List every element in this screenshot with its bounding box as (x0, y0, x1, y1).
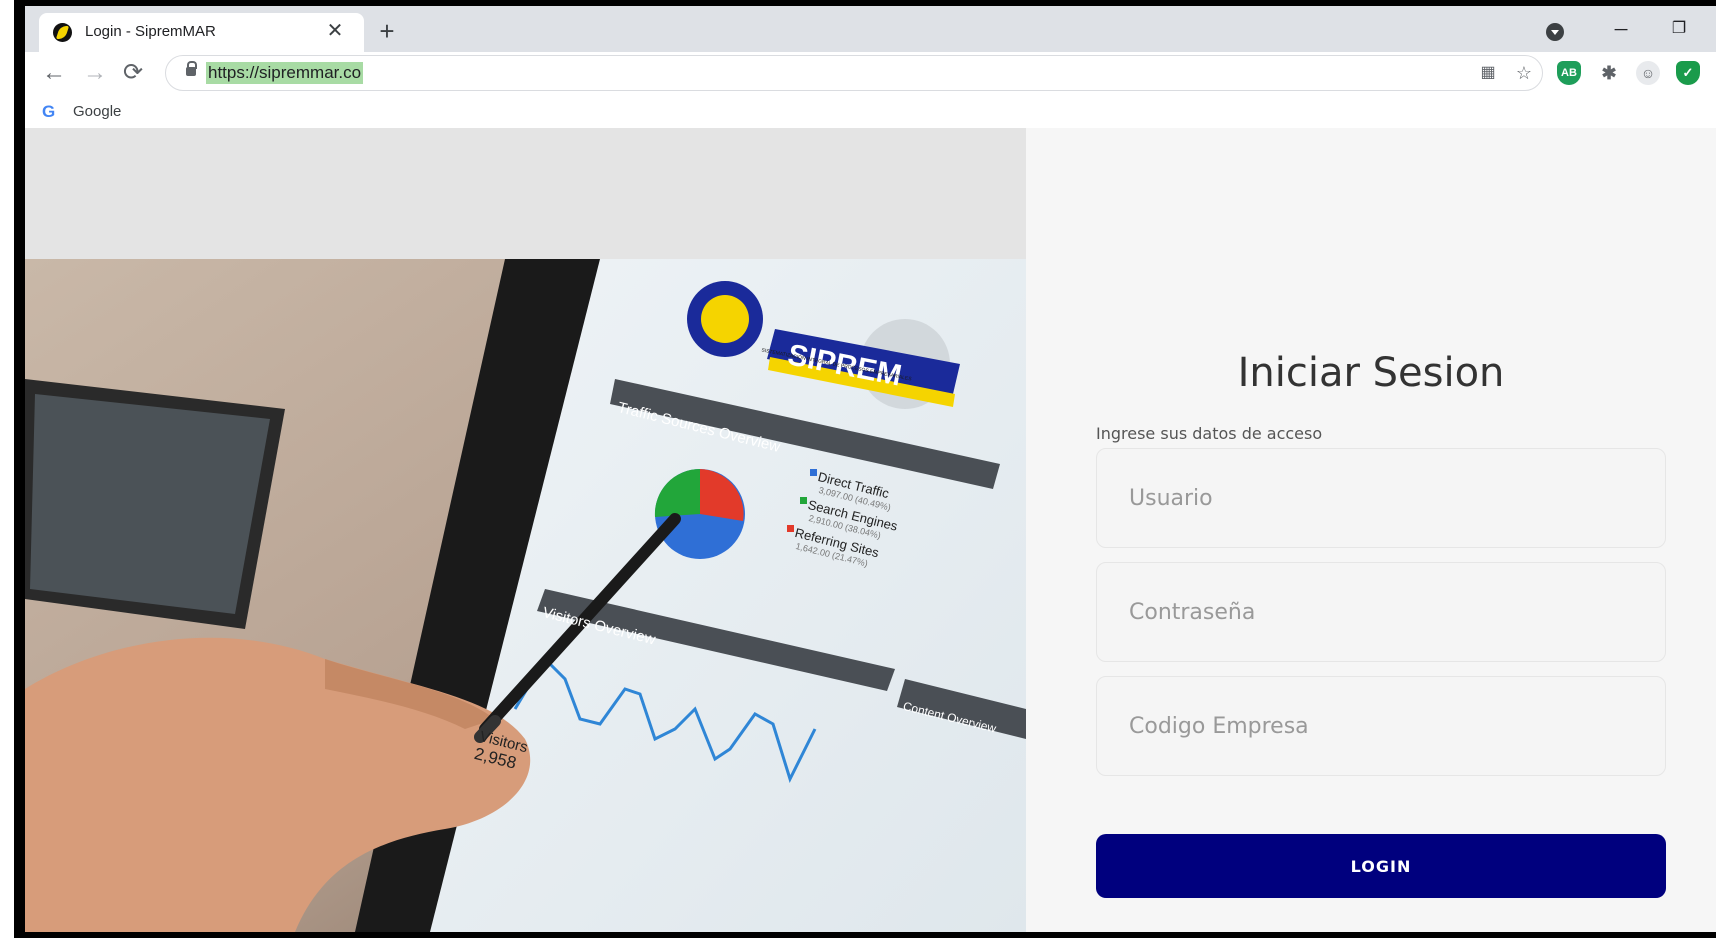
tab-title: Login - SipremMAR (85, 23, 216, 40)
bookmarks-bar: G Google (25, 96, 1716, 129)
username-field (1096, 448, 1666, 548)
url-text[interactable]: https://sipremmar.co (206, 62, 364, 84)
reload-icon[interactable]: ⟳ (118, 58, 148, 88)
security-shield-icon[interactable]: ✓ (1676, 61, 1700, 85)
tab-strip: Login - SipremMAR ✕ + ─ ❐ (25, 6, 1716, 52)
username-input[interactable] (1097, 449, 1665, 547)
back-icon[interactable]: ← (39, 58, 69, 88)
login-subtitle: Ingrese sus datos de acceso (1096, 424, 1323, 443)
tab-search-icon[interactable] (1546, 23, 1564, 41)
page-content: SIPREM SISTEMATIZACIÓN INTEGRAL DE PROCE… (25, 128, 1716, 932)
forward-icon[interactable]: → (80, 58, 110, 88)
bookmark-google[interactable]: Google (73, 103, 121, 120)
login-panel: Iniciar Sesion Ingrese sus datos de acce… (1026, 128, 1716, 932)
extensions-puzzle-icon[interactable]: ✱ (1597, 61, 1621, 85)
address-bar[interactable]: https://sipremmar.co ▦ ☆ (165, 55, 1543, 91)
google-icon: G (42, 102, 56, 121)
minimize-button[interactable]: ─ (1607, 16, 1635, 42)
left-pane: SIPREM SISTEMATIZACIÓN INTEGRAL DE PROCE… (25, 128, 1026, 932)
browser-window: Login - SipremMAR ✕ + ─ ❐ ← → ⟳ https://… (25, 6, 1716, 932)
password-field (1096, 562, 1666, 662)
profile-avatar-icon[interactable]: ☺ (1636, 61, 1660, 85)
login-button[interactable]: LOGIN (1096, 834, 1666, 898)
bookmark-star-icon[interactable]: ☆ (1512, 61, 1536, 85)
new-tab-button[interactable]: + (374, 18, 400, 45)
qr-code-icon[interactable]: ▦ (1476, 61, 1500, 85)
frame-edge (14, 932, 1716, 938)
browser-toolbar: ← → ⟳ https://sipremmar.co ▦ ☆ AB ✱ ☺ ✓ (25, 52, 1716, 96)
tab-active[interactable]: Login - SipremMAR ✕ (39, 13, 364, 52)
company-code-input[interactable] (1097, 677, 1665, 775)
frame-edge (14, 0, 25, 938)
password-input[interactable] (1097, 563, 1665, 661)
company-code-field (1096, 676, 1666, 776)
hero-image: SIPREM SISTEMATIZACIÓN INTEGRAL DE PROCE… (25, 259, 1026, 932)
close-tab-icon[interactable]: ✕ (323, 19, 347, 43)
restore-button[interactable]: ❐ (1665, 16, 1693, 42)
page-title: Iniciar Sesion (1237, 349, 1505, 396)
adblock-extension-icon[interactable]: AB (1557, 61, 1581, 85)
lock-icon (186, 61, 197, 76)
siprem-favicon-icon (53, 23, 72, 42)
